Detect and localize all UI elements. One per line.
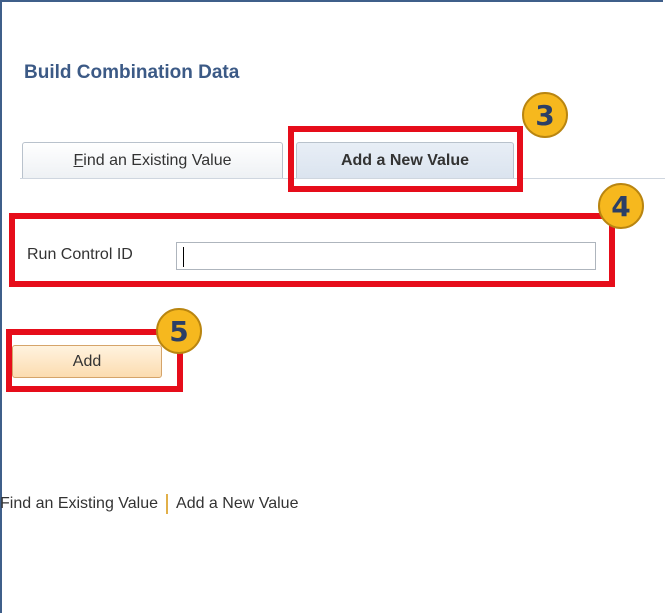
callout-4-badge: 4 — [598, 183, 644, 229]
callout-3-badge: 3 — [522, 92, 568, 138]
page-frame — [0, 0, 663, 613]
footer-link-add-new-value[interactable]: Add a New Value — [176, 495, 298, 513]
tab-find-existing-value[interactable]: Find an Existing Value — [22, 142, 283, 178]
highlight-box-tab — [288, 126, 523, 192]
callout-5-badge: 5 — [156, 308, 202, 354]
page-title: Build Combination Data — [24, 62, 240, 83]
highlight-box-run-control — [9, 213, 615, 287]
tab-find-label: ind an Existing Value — [83, 151, 232, 169]
tab-find-mnemonic: F — [73, 151, 84, 169]
footer-links: Find an Existing Value Add a New Value — [0, 494, 298, 514]
footer-link-find-existing-value[interactable]: Find an Existing Value — [0, 495, 158, 513]
link-separator — [166, 494, 169, 514]
